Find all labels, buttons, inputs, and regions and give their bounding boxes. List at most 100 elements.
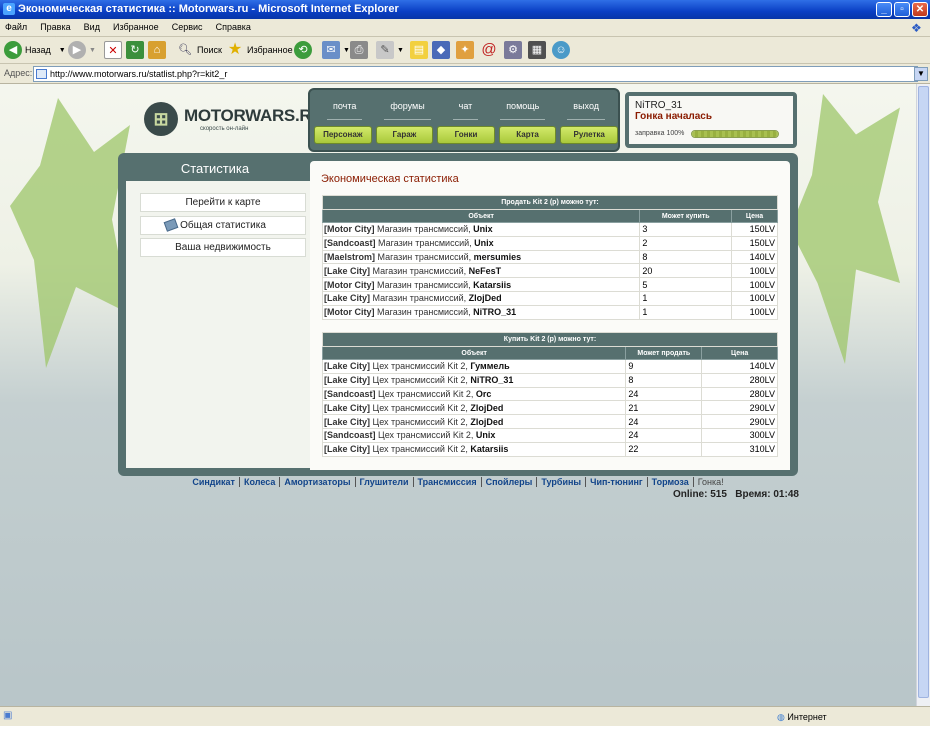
- footer-link[interactable]: Колеса: [239, 477, 281, 487]
- owner-link[interactable]: ZlojDed: [470, 403, 503, 413]
- favorites-button[interactable]: ★ Избранное: [226, 40, 293, 60]
- footer-link[interactable]: Тормоза: [647, 477, 694, 487]
- nav-mail[interactable]: почта: [326, 98, 363, 120]
- owner-link[interactable]: NiTRO_31: [470, 375, 513, 385]
- address-input[interactable]: http://www.motorwars.ru/statlist.php?r=k…: [33, 66, 918, 82]
- object-cell: [Lake City] Цех трансмиссий Kit 2, ZlojD…: [321, 414, 627, 429]
- menu-tools[interactable]: Сервис: [167, 19, 208, 36]
- menu-file[interactable]: Файл: [0, 19, 32, 36]
- stop-button[interactable]: ✕: [104, 40, 125, 60]
- owner-link[interactable]: Гуммель: [470, 361, 509, 371]
- qty-cell: 5: [639, 277, 733, 292]
- footer-link[interactable]: Глушители: [355, 477, 414, 487]
- owner-link[interactable]: ZlojDed: [470, 417, 503, 427]
- nav-forums[interactable]: форумы: [384, 98, 431, 120]
- forward-dropdown-icon[interactable]: ▼: [89, 47, 96, 54]
- nav-garage-button[interactable]: Гараж: [375, 126, 434, 144]
- owner-link[interactable]: Orc: [476, 389, 492, 399]
- owner-link[interactable]: Unix: [473, 224, 493, 234]
- minimize-button[interactable]: _: [876, 2, 892, 17]
- owner-link[interactable]: Unix: [474, 238, 494, 248]
- owner-link[interactable]: ZlojDed: [469, 293, 502, 303]
- address-dropdown-icon[interactable]: ▼: [914, 67, 928, 81]
- back-dropdown-icon[interactable]: ▼: [59, 47, 66, 54]
- history-button[interactable]: ⟲: [294, 40, 315, 60]
- tool-button-3[interactable]: ☺: [552, 40, 573, 60]
- messenger-button[interactable]: ◆: [432, 40, 453, 60]
- sidebar-item-general-stats[interactable]: Общая статистика: [140, 216, 306, 235]
- shop-name: Магазин трансмиссий,: [377, 279, 471, 290]
- city-link[interactable]: [Lake City]: [324, 266, 370, 276]
- nav-character-button[interactable]: Персонаж: [314, 126, 372, 144]
- city-link[interactable]: [Lake City]: [324, 403, 370, 413]
- home-button[interactable]: ⌂: [148, 40, 169, 60]
- menu-view[interactable]: Вид: [79, 19, 105, 36]
- mail-dropdown-icon[interactable]: ▼: [343, 47, 350, 54]
- city-link[interactable]: [Sandcoast]: [324, 238, 376, 248]
- footer-link[interactable]: Чип-тюнинг: [586, 477, 648, 487]
- footer-link[interactable]: Турбины: [537, 477, 587, 487]
- mail-button[interactable]: ✉ ▼: [322, 40, 350, 60]
- city-link[interactable]: [Sandcoast]: [324, 389, 376, 399]
- owner-link[interactable]: mersumies: [474, 252, 522, 262]
- maximize-button[interactable]: ▫: [894, 2, 910, 17]
- city-link[interactable]: [Lake City]: [324, 417, 370, 427]
- sidebar-item-map[interactable]: Перейти к карте: [140, 193, 306, 212]
- back-button[interactable]: ◀ Назад ▼: [4, 40, 66, 60]
- city-link[interactable]: [Lake City]: [324, 361, 370, 371]
- city-link[interactable]: [Motor City]: [324, 307, 375, 317]
- site-logo[interactable]: ⊞ MOTORWARS.RU скорость он-лайн: [144, 102, 324, 142]
- city-link[interactable]: [Motor City]: [324, 224, 375, 234]
- city-link[interactable]: [Lake City]: [324, 293, 370, 303]
- shop-name: Цех трансмиссий Kit 2,: [372, 416, 468, 427]
- nav-logout[interactable]: выход: [567, 98, 606, 120]
- city-link[interactable]: [Motor City]: [324, 280, 375, 290]
- research-button[interactable]: ✦: [456, 40, 477, 60]
- status-bar: ▣ ◍ Интернет: [0, 706, 930, 726]
- owner-link[interactable]: Katarsiis: [473, 280, 511, 290]
- main-nav: почта форумы чат помощь выход Персонаж Г…: [308, 88, 620, 152]
- nav-races-button[interactable]: Гонки: [437, 126, 495, 144]
- search-button[interactable]: 🔍︎ Поиск: [176, 40, 222, 60]
- edit-dropdown-icon[interactable]: ▼: [397, 47, 404, 54]
- discuss-button[interactable]: ▤: [410, 40, 431, 60]
- city-link[interactable]: [Maelstrom]: [324, 252, 375, 262]
- sidebar-item-property[interactable]: Ваша недвижимость: [140, 238, 306, 257]
- shop-name: Магазин трансмиссий,: [372, 293, 467, 304]
- owner-link[interactable]: NiTRO_31: [473, 307, 516, 317]
- footer-link[interactable]: Амортизаторы: [280, 477, 356, 487]
- vertical-scrollbar[interactable]: [916, 84, 930, 706]
- nav-help[interactable]: помощь: [500, 98, 546, 120]
- tool-button-1[interactable]: ⚙: [504, 40, 525, 60]
- table-row: [Sandcoast] Цех трансмиссий Kit 2, Unix 2…: [321, 427, 778, 443]
- edit-button[interactable]: ✎ ▼: [376, 40, 404, 60]
- globe-icon: ◍: [777, 712, 785, 722]
- user-panel: NiTRO_31 Гонка началась заправка 100%: [625, 92, 797, 148]
- menu-favorites[interactable]: Избранное: [108, 19, 164, 36]
- footer-link[interactable]: Трансмиссия: [413, 477, 482, 487]
- scrollbar-thumb[interactable]: [918, 86, 929, 698]
- close-button[interactable]: ✕: [912, 2, 928, 17]
- footer-link[interactable]: Спойлеры: [481, 477, 538, 487]
- at-button[interactable]: @: [480, 40, 501, 60]
- owner-link[interactable]: NeFesT: [469, 266, 502, 276]
- print-button[interactable]: ⎙: [350, 40, 371, 60]
- user-nick[interactable]: NiTRO_31: [635, 100, 787, 111]
- owner-link[interactable]: Katarsiis: [470, 444, 508, 454]
- forward-button[interactable]: ▶ ▼: [68, 40, 96, 60]
- nav-roulette-button[interactable]: Рулетка: [560, 126, 618, 144]
- price-cell: 280LV: [701, 372, 778, 388]
- owner-link[interactable]: Unix: [476, 430, 496, 440]
- menu-edit[interactable]: Правка: [35, 19, 75, 36]
- nav-chat[interactable]: чат: [452, 98, 479, 120]
- city-link[interactable]: [Lake City]: [324, 444, 370, 454]
- nav-map-button[interactable]: Карта: [498, 126, 557, 144]
- tool-button-2[interactable]: ▦: [528, 40, 549, 60]
- qty-cell: 9: [625, 359, 703, 374]
- city-link[interactable]: [Sandcoast]: [324, 430, 376, 440]
- refresh-button[interactable]: ↻: [126, 40, 147, 60]
- city-link[interactable]: [Lake City]: [324, 375, 370, 385]
- logo-mark-icon: ⊞: [144, 102, 178, 136]
- menu-help[interactable]: Справка: [211, 19, 256, 36]
- footer-link[interactable]: Синдикат: [188, 477, 240, 487]
